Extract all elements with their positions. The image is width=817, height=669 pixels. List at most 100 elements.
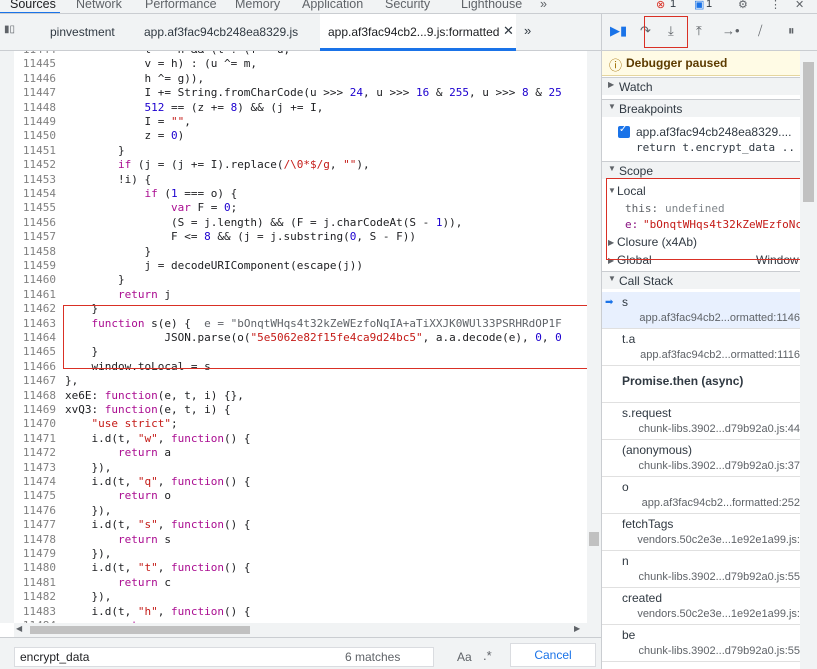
call-frame-location[interactable]: vendors.50c2e3e...1e92e1a99.js: bbox=[632, 608, 800, 620]
code-text: v = h) : (u ^= m, bbox=[65, 57, 258, 71]
call-frame-location[interactable]: app.af3fac94cb2...formatted:252 bbox=[632, 497, 800, 509]
call-frame-location[interactable]: chunk-libs.3902...d79b92a0.js:37 bbox=[632, 460, 800, 472]
call-stack-item[interactable]: fetchTags vendors.50c2e3e...1e92e1a99.js: bbox=[602, 514, 800, 551]
file-tab-app-js[interactable]: app.af3fac94cb248ea8329.js bbox=[144, 25, 298, 39]
line-number[interactable]: 11480 bbox=[14, 561, 56, 575]
call-stack-item[interactable]: created vendors.50c2e3e...1e92e1a99.js: bbox=[602, 588, 800, 625]
pause-on-exceptions-icon[interactable]: ⏸ bbox=[788, 23, 795, 39]
line-number[interactable]: 11451 bbox=[14, 144, 56, 158]
tab-performance[interactable]: Performance bbox=[145, 0, 217, 11]
line-number[interactable]: 11461 bbox=[14, 288, 56, 302]
sidebar-toggle-icon[interactable]: ▮▯ bbox=[4, 24, 15, 35]
line-number[interactable]: 11468 bbox=[14, 389, 56, 403]
file-tab-pinvestment[interactable]: pinvestment bbox=[50, 25, 115, 39]
line-number[interactable]: 11453 bbox=[14, 173, 56, 187]
call-frame-location[interactable]: app.af3fac94cb2...ormatted:1116 bbox=[632, 349, 800, 361]
tab-lighthouse[interactable]: Lighthouse bbox=[461, 0, 522, 11]
more-file-tabs-button[interactable]: » bbox=[524, 23, 531, 38]
call-stack-item[interactable]: n chunk-libs.3902...d79b92a0.js:55 bbox=[602, 551, 800, 588]
line-number[interactable]: 11464 bbox=[14, 331, 56, 345]
line-number[interactable]: 11479 bbox=[14, 547, 56, 561]
current-frame-arrow-icon: ➡ bbox=[605, 297, 614, 308]
call-frame-location[interactable]: chunk-libs.3902...d79b92a0.js:55 bbox=[632, 571, 800, 583]
line-number[interactable]: 11478 bbox=[14, 533, 56, 547]
more-options-icon[interactable]: ⋮ bbox=[770, 0, 781, 11]
line-number[interactable]: 11472 bbox=[14, 446, 56, 460]
line-number[interactable]: 11481 bbox=[14, 576, 56, 590]
call-frame-location[interactable]: chunk-libs.3902...d79b92a0.js:55 bbox=[632, 645, 800, 657]
line-number[interactable]: 11454 bbox=[14, 187, 56, 201]
line-number[interactable]: 11456 bbox=[14, 216, 56, 230]
line-number[interactable]: 11458 bbox=[14, 245, 56, 259]
line-number[interactable]: 11471 bbox=[14, 432, 56, 446]
step-icon[interactable]: →• bbox=[722, 23, 740, 38]
file-tab-app-formatted[interactable]: app.af3fac94cb2...9.js:formatted bbox=[328, 25, 499, 39]
code-hscroll-thumb[interactable] bbox=[30, 626, 250, 634]
tab-network[interactable]: Network bbox=[76, 0, 122, 11]
tab-application[interactable]: Application bbox=[302, 0, 363, 11]
line-number[interactable]: 11466 bbox=[14, 360, 56, 374]
line-number[interactable]: 11445 bbox=[14, 57, 56, 71]
call-stack-item[interactable]: s app.af3fac94cb2...ormatted:1146 bbox=[602, 292, 800, 329]
gear-icon[interactable]: ⚙ bbox=[738, 0, 748, 11]
code-scroll-thumb[interactable] bbox=[589, 532, 599, 546]
tab-memory[interactable]: Memory bbox=[235, 0, 280, 11]
regex-button[interactable]: .* bbox=[483, 648, 492, 663]
line-number[interactable]: 11469 bbox=[14, 403, 56, 417]
line-number[interactable]: 11476 bbox=[14, 504, 56, 518]
code-text: xe6E: function(e, t, i) {}, bbox=[65, 388, 244, 402]
line-number[interactable]: 11465 bbox=[14, 345, 56, 359]
close-icon[interactable]: ✕ bbox=[795, 0, 804, 11]
tab-sources[interactable]: Sources bbox=[10, 0, 56, 11]
breakpoints-section-header[interactable]: ▼ Breakpoints bbox=[602, 99, 800, 117]
resume-icon[interactable]: ▶▮ bbox=[610, 23, 627, 39]
call-stack-item[interactable]: (anonymous) chunk-libs.3902...d79b92a0.js… bbox=[602, 440, 800, 477]
call-stack-item[interactable]: t.a app.af3fac94cb2...ormatted:1116 bbox=[602, 329, 800, 366]
scope-section-header[interactable]: ▼ Scope bbox=[602, 161, 800, 179]
line-number[interactable]: 11462 bbox=[14, 302, 56, 316]
match-case-button[interactable]: Aa bbox=[457, 650, 472, 664]
cancel-button[interactable]: Cancel bbox=[510, 643, 596, 667]
line-number[interactable]: 11483 bbox=[14, 605, 56, 619]
line-number[interactable]: 11455 bbox=[14, 201, 56, 215]
line-number[interactable]: 11450 bbox=[14, 129, 56, 143]
code-text: xvQ3: function(e, t, i) { bbox=[65, 403, 231, 416]
line-number[interactable]: 11470 bbox=[14, 417, 56, 431]
call-stack-section-header[interactable]: ▼ Call Stack bbox=[602, 271, 800, 289]
error-icon[interactable]: ⊗ bbox=[656, 0, 665, 11]
line-number[interactable]: 11448 bbox=[14, 101, 56, 115]
devtools-window: Sources Network Performance Memory Appli… bbox=[0, 0, 817, 669]
line-number[interactable]: 11460 bbox=[14, 273, 56, 287]
call-frame-location[interactable]: vendors.50c2e3e...1e92e1a99.js: bbox=[632, 534, 800, 546]
line-number[interactable]: 11475 bbox=[14, 489, 56, 503]
line-number[interactable]: 11452 bbox=[14, 158, 56, 172]
line-number[interactable]: 11457 bbox=[14, 230, 56, 244]
line-number[interactable]: 11463 bbox=[14, 317, 56, 331]
close-tab-icon[interactable]: ✕ bbox=[503, 23, 514, 39]
line-number[interactable]: 11467 bbox=[14, 374, 56, 388]
watch-section-header[interactable]: ▶ Watch bbox=[602, 77, 800, 95]
step-out-icon[interactable]: ⤒ bbox=[696, 23, 702, 39]
line-number[interactable]: 11482 bbox=[14, 590, 56, 604]
line-number[interactable]: 11474 bbox=[14, 475, 56, 489]
breakpoint-file[interactable]: app.af3fac94cb248ea8329.... bbox=[636, 125, 796, 139]
call-frame-location[interactable]: chunk-libs.3902...d79b92a0.js:44 bbox=[632, 423, 800, 435]
call-stack-item[interactable]: o app.af3fac94cb2...formatted:252 bbox=[602, 477, 800, 514]
deactivate-breakpoints-icon[interactable]: ⧸ bbox=[758, 23, 762, 39]
more-tabs-button[interactable]: » bbox=[540, 0, 547, 11]
call-frame-name: s.request bbox=[622, 406, 672, 420]
tab-security[interactable]: Security bbox=[385, 0, 430, 11]
call-frame-location[interactable]: app.af3fac94cb2...ormatted:1146 bbox=[632, 312, 800, 324]
scroll-left-arrow-icon[interactable]: ◀ bbox=[16, 624, 22, 633]
line-number[interactable]: 11446 bbox=[14, 72, 56, 86]
call-stack-item[interactable]: s.request chunk-libs.3902...d79b92a0.js:4… bbox=[602, 403, 800, 440]
line-number[interactable]: 11473 bbox=[14, 461, 56, 475]
line-number[interactable]: 11477 bbox=[14, 518, 56, 532]
line-number[interactable]: 11447 bbox=[14, 86, 56, 100]
line-number[interactable]: 11459 bbox=[14, 259, 56, 273]
sidebar-scroll-thumb[interactable] bbox=[803, 62, 814, 202]
info-icon[interactable]: ▣ bbox=[694, 0, 704, 11]
call-stack-item[interactable]: be chunk-libs.3902...d79b92a0.js:55 bbox=[602, 625, 800, 662]
scroll-right-arrow-icon[interactable]: ▶ bbox=[574, 624, 580, 633]
line-number[interactable]: 11449 bbox=[14, 115, 56, 129]
